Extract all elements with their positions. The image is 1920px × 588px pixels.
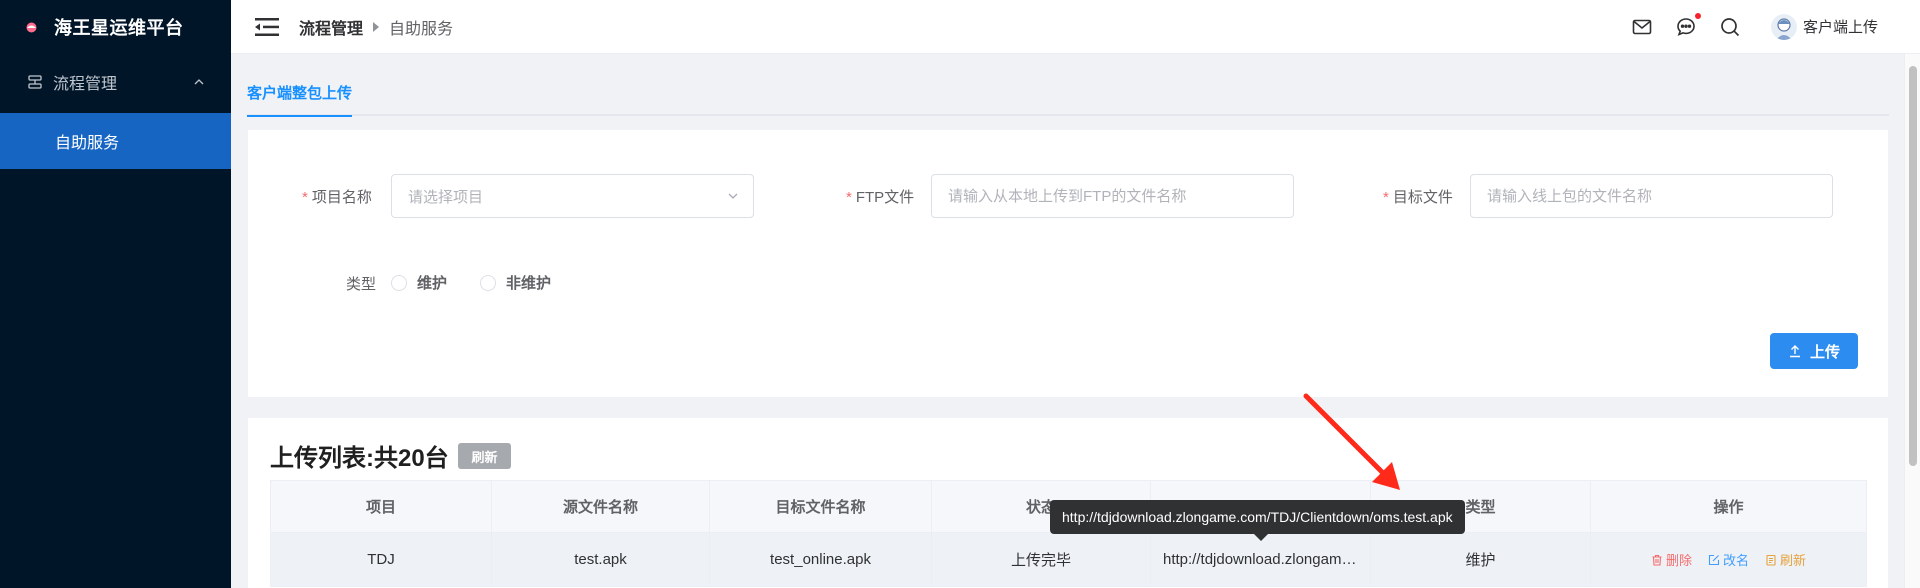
mail-icon[interactable]	[1631, 16, 1653, 38]
tab-bar: 客户端整包上传	[247, 70, 1889, 117]
radio-maintenance[interactable]: 维护	[391, 272, 447, 293]
chat-icon[interactable]	[1675, 12, 1701, 38]
menu-fold-icon[interactable]	[255, 17, 279, 37]
cell-type: 维护	[1370, 532, 1591, 587]
delete-button[interactable]: 删除	[1651, 550, 1692, 569]
radio-circle[interactable]	[480, 274, 496, 291]
required-mark: *	[302, 189, 308, 206]
breadcrumb: 流程管理 自助服务	[299, 15, 453, 39]
cell-target: test_online.apk	[709, 532, 932, 587]
app-title: 海王星运维平台	[54, 18, 184, 38]
cell-status: 上传完毕	[931, 532, 1151, 587]
target-file-text[interactable]	[1487, 187, 1832, 205]
top-header: 流程管理 自助服务 客户端上传	[231, 0, 1920, 54]
avatar	[1770, 13, 1797, 40]
required-mark: *	[846, 189, 852, 206]
upload-button[interactable]: 上传	[1770, 333, 1858, 369]
chevron-down-icon	[728, 193, 738, 199]
radio-circle[interactable]	[391, 274, 407, 291]
url-tooltip: http://tdjdownload.zlongame.com/TDJ/Clie…	[1050, 500, 1465, 534]
username: 客户端上传	[1802, 19, 1878, 36]
notification-dot	[1694, 12, 1701, 19]
row-actions: 删除 改名 刷新	[1603, 550, 1854, 569]
project-select-placeholder: 请选择项目	[408, 188, 484, 206]
sidebar: 海王星运维平台 流程管理 自助服务	[0, 0, 231, 588]
target-file-label: * 目标文件	[1383, 189, 1453, 206]
annotation-arrow-icon	[1303, 393, 1400, 490]
tab-client-package-upload[interactable]: 客户端整包上传	[247, 82, 353, 117]
breadcrumb-separator-icon	[373, 21, 380, 32]
header-actions: 客户端上传	[1609, 12, 1878, 40]
row-refresh-button[interactable]: 刷新	[1765, 550, 1806, 569]
target-file-input[interactable]	[1470, 174, 1833, 218]
radio-non-maintenance[interactable]: 非维护	[480, 272, 551, 293]
breadcrumb-current: 自助服务	[389, 20, 454, 38]
cell-source: test.apk	[491, 532, 710, 587]
cell-actions: 删除 改名 刷新	[1590, 532, 1867, 587]
workflow-icon	[28, 75, 42, 89]
page-scrollbar[interactable]	[1904, 54, 1920, 588]
trash-icon	[1652, 554, 1662, 566]
edit-icon	[1708, 554, 1720, 565]
refresh-list-button[interactable]: 刷新	[458, 443, 511, 469]
tooltip-arrow	[1254, 534, 1268, 541]
ftp-file-input[interactable]	[931, 174, 1294, 218]
project-select[interactable]: 请选择项目	[391, 174, 754, 218]
sidebar-item-label: 自助服务	[55, 135, 120, 152]
upload-icon	[1789, 345, 1800, 358]
logo-icon	[26, 22, 37, 32]
column-header-project: 项目	[270, 480, 492, 533]
column-header-source: 源文件名称	[491, 480, 710, 533]
cell-project: TDJ	[270, 532, 492, 587]
search-icon[interactable]	[1719, 16, 1741, 38]
list-title: 上传列表:共20台	[270, 445, 449, 472]
breadcrumb-parent[interactable]: 流程管理	[299, 15, 363, 39]
project-label: * 项目名称	[302, 189, 372, 206]
chevron-up-icon	[194, 79, 204, 85]
logo: 海王星运维平台	[0, 0, 231, 54]
radio-label: 维护	[417, 275, 448, 292]
upload-form: *项目名称 请选择项目 *FTP文件 *目标文件 类型 维护 非维护 上传	[248, 130, 1888, 397]
ftp-file-text[interactable]	[948, 187, 1293, 205]
type-label: 类型	[346, 276, 377, 293]
sidebar-item-self-service[interactable]: 自助服务	[0, 113, 231, 169]
sidebar-group-process[interactable]: 流程管理	[0, 54, 231, 110]
scrollbar-thumb[interactable]	[1909, 66, 1917, 466]
required-mark: *	[1383, 189, 1389, 206]
ftp-file-label: * FTP文件	[846, 189, 915, 206]
table-row: TDJ test.apk test_online.apk 上传完毕 http:/…	[270, 532, 1867, 587]
radio-label: 非维护	[506, 275, 552, 292]
rename-button[interactable]: 改名	[1708, 550, 1749, 569]
document-icon	[1766, 554, 1776, 566]
user-menu[interactable]: 客户端上传	[1770, 13, 1878, 40]
column-header-target: 目标文件名称	[709, 480, 932, 533]
column-header-actions: 操作	[1590, 480, 1867, 533]
upload-button-label: 上传	[1809, 343, 1840, 361]
sidebar-group-label: 流程管理	[53, 76, 118, 93]
